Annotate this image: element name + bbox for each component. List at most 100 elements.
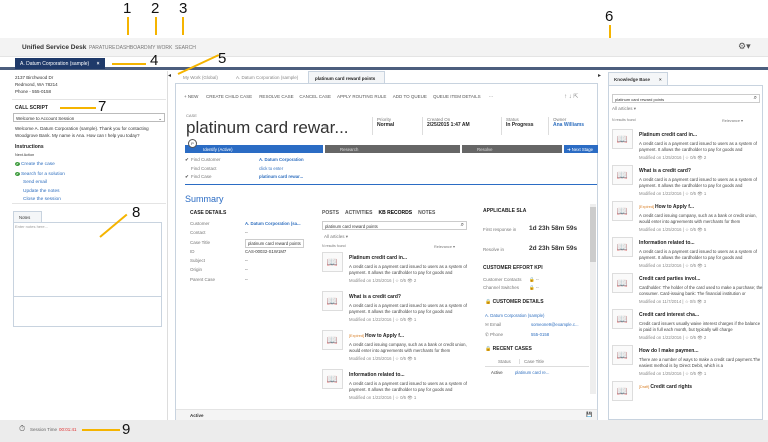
search-icon[interactable]: ⌕ xyxy=(461,222,464,229)
step-value[interactable]: platinum card rewar... xyxy=(259,173,303,182)
footer-status: Active xyxy=(190,413,204,418)
menu-icon[interactable]: ≡ xyxy=(324,124,328,131)
action-link[interactable]: Search for a solution xyxy=(21,172,65,177)
kb-article[interactable]: 📖 What is a credit card? A credit card is … xyxy=(612,165,762,201)
toolbar-button[interactable]: ADD TO QUEUE xyxy=(393,94,427,99)
kb-panel-sort[interactable]: Relevance ▾ xyxy=(722,118,743,123)
gear-icon[interactable]: ⚙▾ xyxy=(738,41,751,52)
kb-article-title[interactable]: Information related to... xyxy=(349,372,405,378)
kb-filter[interactable]: All articles ▾ xyxy=(324,234,348,240)
kb-article-title[interactable]: What is a credit card? xyxy=(349,294,401,300)
callout-arrow xyxy=(112,63,146,65)
tab-posts[interactable]: POSTS xyxy=(322,210,339,216)
action-link[interactable]: Send email xyxy=(23,180,47,185)
kb-article-title[interactable]: Credit card parties invol... xyxy=(639,276,700,282)
kb-search-input[interactable]: platinum card reward points ⌕ xyxy=(322,221,467,230)
center-panel: My Work (Global) A. Datum Corporation (s… xyxy=(175,71,598,420)
action-item[interactable]: Update the notes xyxy=(15,188,65,197)
toolbar-button[interactable]: + NEW xyxy=(184,94,198,99)
email-link[interactable]: someone9@example.c... xyxy=(531,322,579,327)
nav-search[interactable]: SEARCH xyxy=(175,45,196,51)
phone-link[interactable]: 555-0158 xyxy=(531,332,549,337)
nav-arrows-icon[interactable]: ↑ ↓ ⇱ xyxy=(564,93,578,100)
kb-article-title[interactable]: [Expired] How to Apply f... xyxy=(639,204,694,210)
search-icon[interactable]: ⌕ xyxy=(754,95,757,102)
script-select[interactable]: Welcome to Account Session ⌄ xyxy=(13,113,165,122)
kb-article[interactable]: 📖 Information related to... A credit card … xyxy=(322,369,472,408)
collapse-left-icon[interactable]: ◂ xyxy=(168,72,171,79)
callout-4: 4 xyxy=(150,52,159,69)
save-icon[interactable]: 💾 xyxy=(586,412,592,418)
nav-parature[interactable]: PARATURE xyxy=(89,45,115,51)
kb-article[interactable]: 📖 Information related to... A credit card … xyxy=(612,237,762,273)
tab-activities[interactable]: ACTIVITIES xyxy=(345,210,373,216)
kb-article[interactable]: 📖 Platinum credit card in... A credit card… xyxy=(612,129,762,165)
scrollbar[interactable] xyxy=(590,204,596,394)
kb-sort[interactable]: Relevance ▾ xyxy=(434,244,455,249)
kb-article-title[interactable]: [Draft] Credit card rights xyxy=(639,384,692,390)
expand-right-icon[interactable]: ▸ xyxy=(598,72,601,79)
kb-panel-filter[interactable]: All articles ▾ xyxy=(612,106,636,112)
action-link[interactable]: Create the case xyxy=(21,162,55,167)
kb-article-meta: Modified on 1/25/2016 | ☆ 0/5 👁 1 xyxy=(639,371,707,376)
stage-resolve[interactable]: Resolve xyxy=(462,145,562,153)
toolbar-button[interactable]: APPLY ROUTING RULE xyxy=(337,94,386,99)
notes-input[interactable]: Enter notes here... xyxy=(13,222,162,297)
tab-account[interactable]: A. Datum Corporation (sample) xyxy=(230,71,304,83)
toolbar-button[interactable]: CANCEL CASE xyxy=(299,94,331,99)
customer-link[interactable]: A. Datum Corporation (sample) xyxy=(485,313,544,318)
action-item[interactable]: ✔ Create the case xyxy=(15,160,65,170)
action-item[interactable]: Send email xyxy=(15,179,65,188)
kb-article[interactable]: 📖 Credit card parties invol... Cardholder:… xyxy=(612,273,762,309)
toolbar-button[interactable]: QUEUE ITEM DETAILS xyxy=(433,94,481,99)
kb-article[interactable]: 📖 How do I make paymen... There are a numb… xyxy=(612,345,762,381)
session-tab[interactable]: A. Datum Corporation (sample) × xyxy=(15,58,105,69)
toolbar-button[interactable]: ··· xyxy=(489,94,494,99)
session-time-label: Session Time xyxy=(30,427,58,432)
kb-article-title[interactable]: Information related to... xyxy=(639,240,695,246)
kb-article[interactable]: 📖 [Expired] How to Apply f... A credit car… xyxy=(612,201,762,237)
kb-article-title[interactable]: What is a credit card? xyxy=(639,168,691,174)
tab-case[interactable]: platinum card reward points xyxy=(308,71,385,83)
detail-value[interactable]: -- xyxy=(245,228,248,237)
kb-article-desc: A credit card issuing company, such as a… xyxy=(349,342,467,353)
action-link[interactable]: Close the session xyxy=(23,197,61,202)
next-stage-button[interactable]: ➜ Next Stage xyxy=(564,145,598,153)
kb-article[interactable]: 📖 [Expired] How to Apply f... A credit car… xyxy=(322,330,472,369)
kb-panel-search[interactable]: platinum card reward points ⌕ xyxy=(612,94,760,103)
case-detail-row: Subject -- xyxy=(190,256,315,265)
action-link[interactable]: Update the notes xyxy=(23,189,60,194)
kb-article-flag: [Expired] xyxy=(349,334,366,338)
kb-article-title[interactable]: Credit card interest cha... xyxy=(639,312,699,318)
kb-article[interactable]: 📖 Platinum credit card in... A credit card… xyxy=(322,252,472,291)
tab-knowledge-base[interactable]: Knowledge Base × xyxy=(608,72,668,85)
nav-dashboard[interactable]: DASHBOARD xyxy=(116,45,148,51)
owner-link[interactable]: Ana Williams xyxy=(553,122,584,128)
script-select-value: Welcome to Account Session xyxy=(16,115,75,121)
step-value[interactable]: click to enter xyxy=(259,165,283,174)
kb-article[interactable]: 📖 [Draft] Credit card rights xyxy=(612,381,762,403)
tab-kb-records[interactable]: KB RECORDS xyxy=(378,210,412,216)
close-icon[interactable]: × xyxy=(659,77,662,82)
kb-article-title[interactable]: [Expired] How to Apply f... xyxy=(349,333,404,339)
action-item[interactable]: ✔ Search for a solution xyxy=(15,170,65,180)
stage-research[interactable]: Research xyxy=(325,145,460,153)
kb-article-title[interactable]: How do I make paymen... xyxy=(639,348,698,354)
tab-notes[interactable]: Notes xyxy=(13,211,42,222)
close-icon[interactable]: × xyxy=(97,61,100,67)
kb-article[interactable]: 📖 What is a credit card? A credit card is … xyxy=(322,291,472,330)
detail-value[interactable]: A. Datum Corporation (sa... xyxy=(245,219,301,228)
stage-identify[interactable]: Identify (Active) xyxy=(185,145,323,153)
case-details-title: CASE DETAILS xyxy=(190,210,227,216)
kb-article-title[interactable]: Platinum credit card in... xyxy=(349,255,407,261)
tab-my-work[interactable]: My Work (Global) xyxy=(177,71,224,83)
kb-article[interactable]: 📖 Credit card interest cha... Credit card … xyxy=(612,309,762,345)
nav-my-work[interactable]: MY WORK xyxy=(148,45,172,51)
toolbar-button[interactable]: CREATE CHILD CASE xyxy=(206,94,252,99)
toolbar-button[interactable]: RESOLVE CASE xyxy=(259,94,293,99)
step-value[interactable]: A. Datum Corporation xyxy=(259,156,304,165)
kb-article-title[interactable]: Platinum credit card in... xyxy=(639,132,697,138)
created-value: 2/25/2015 1:47 AM xyxy=(427,122,470,128)
tab-notes[interactable]: NOTES xyxy=(418,210,435,216)
recent-case-link[interactable]: platinum card re... xyxy=(515,370,549,375)
